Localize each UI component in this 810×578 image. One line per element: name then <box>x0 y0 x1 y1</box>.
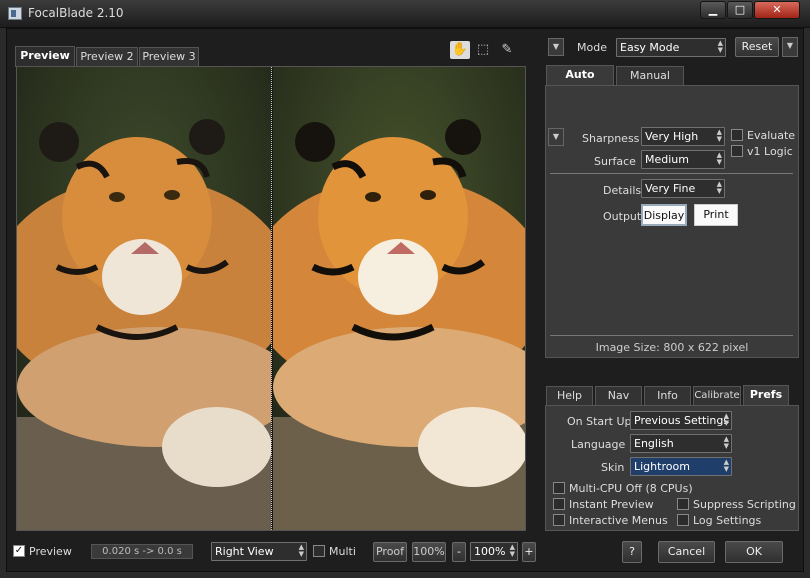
multi-checkbox[interactable] <box>313 545 325 557</box>
multi-cpu-checkbox[interactable] <box>553 482 565 494</box>
image-size-readout: Image Size: 800 x 622 pixel <box>595 341 749 354</box>
app-icon <box>8 7 22 20</box>
minimize-button[interactable]: ▁ <box>700 1 726 19</box>
tab-preview-2[interactable]: Preview 2 <box>76 47 138 67</box>
output-print-button[interactable]: Print <box>694 204 738 226</box>
window-title: FocalBlade 2.10 <box>28 6 124 20</box>
surface-label: Surface <box>594 155 636 168</box>
sharpness-select[interactable]: Very High ▲ ▼ <box>641 127 725 146</box>
preview-checkbox[interactable]: ✓ <box>13 545 25 557</box>
details-select[interactable]: Very Fine ▲ ▼ <box>641 179 725 198</box>
hand-tool-icon[interactable]: ✋ <box>450 41 470 59</box>
language-select[interactable]: English ▲ ▼ <box>630 434 732 453</box>
mode-label: Mode <box>577 41 607 54</box>
tab-auto[interactable]: Auto <box>546 65 614 86</box>
log-settings-label: Log Settings <box>693 514 762 527</box>
log-settings-checkbox[interactable] <box>677 514 689 526</box>
settings-menu-button[interactable]: ▼ <box>548 128 564 146</box>
reset-button[interactable]: Reset <box>735 37 779 57</box>
preview-label: Preview <box>29 545 72 558</box>
tiger-image-original <box>17 67 271 530</box>
marquee-select-icon[interactable]: ⬚ <box>473 41 493 59</box>
title-bar: FocalBlade 2.10 ▁ □ ✕ <box>0 0 810 28</box>
reset-menu-button[interactable]: ▼ <box>782 37 798 57</box>
tab-nav[interactable]: Nav <box>595 386 642 406</box>
eyedropper-icon[interactable]: ✎ <box>497 41 517 59</box>
v1-logic-checkbox[interactable] <box>731 145 743 157</box>
v1-logic-label: v1 Logic <box>747 145 793 158</box>
multi-cpu-label: Multi-CPU Off (8 CPUs) <box>569 482 693 495</box>
mode-select[interactable]: Easy Mode ▲ ▼ <box>616 38 726 57</box>
output-display-button[interactable]: Display <box>641 204 687 226</box>
suppress-scripting-checkbox[interactable] <box>677 498 689 510</box>
interactive-menus-checkbox[interactable] <box>553 514 565 526</box>
evaluate-checkbox[interactable] <box>731 129 743 141</box>
maximize-button[interactable]: □ <box>727 1 753 19</box>
language-label: Language <box>571 438 626 451</box>
multi-label: Multi <box>329 545 356 558</box>
divider <box>550 335 793 336</box>
on-startup-label: On Start Up <box>567 415 632 428</box>
skin-label: Skin <box>601 461 625 474</box>
timing-readout: 0.020 s -> 0.0 s <box>91 544 193 559</box>
close-button[interactable]: ✕ <box>754 1 800 19</box>
tab-info[interactable]: Info <box>644 386 691 406</box>
cancel-button[interactable]: Cancel <box>658 541 715 563</box>
zoom-select[interactable]: 100% ▲ ▼ <box>470 542 518 561</box>
help-button[interactable]: ? <box>622 541 642 563</box>
suppress-scripting-label: Suppress Scripting <box>693 498 796 511</box>
tiger-image-sharpened <box>273 67 525 530</box>
instant-preview-label: Instant Preview <box>569 498 654 511</box>
zoom-out-button[interactable]: - <box>452 542 466 562</box>
tab-preview-1[interactable]: Preview 1 <box>15 46 75 80</box>
tab-prefs[interactable]: Prefs <box>743 385 789 406</box>
tab-preview-3[interactable]: Preview 3 <box>139 47 199 67</box>
surface-select[interactable]: Medium ▲ ▼ <box>641 150 725 169</box>
tab-help[interactable]: Help <box>546 386 593 406</box>
view-select[interactable]: Right View ▲ ▼ <box>211 542 307 561</box>
instant-preview-checkbox[interactable] <box>553 498 565 510</box>
interactive-menus-label: Interactive Menus <box>569 514 668 527</box>
image-preview[interactable] <box>16 66 526 531</box>
divider <box>550 173 793 174</box>
zoom-in-button[interactable]: + <box>522 542 536 562</box>
skin-select[interactable]: Lightroom ▲ ▼ <box>630 457 732 476</box>
details-label: Details <box>603 184 642 197</box>
sharpness-label: Sharpness <box>582 132 640 145</box>
zoom-100-button[interactable]: 100% <box>412 542 446 562</box>
mode-menu-button[interactable]: ▼ <box>548 38 564 56</box>
proof-button[interactable]: Proof <box>373 542 407 562</box>
tab-calibrate[interactable]: Calibrate <box>693 386 741 406</box>
output-label: Output <box>603 210 642 223</box>
on-startup-select[interactable]: Previous Settings ▲ ▼ <box>630 411 732 430</box>
ok-button[interactable]: OK <box>725 541 783 563</box>
evaluate-label: Evaluate <box>747 129 796 142</box>
tab-manual[interactable]: Manual <box>616 66 684 86</box>
